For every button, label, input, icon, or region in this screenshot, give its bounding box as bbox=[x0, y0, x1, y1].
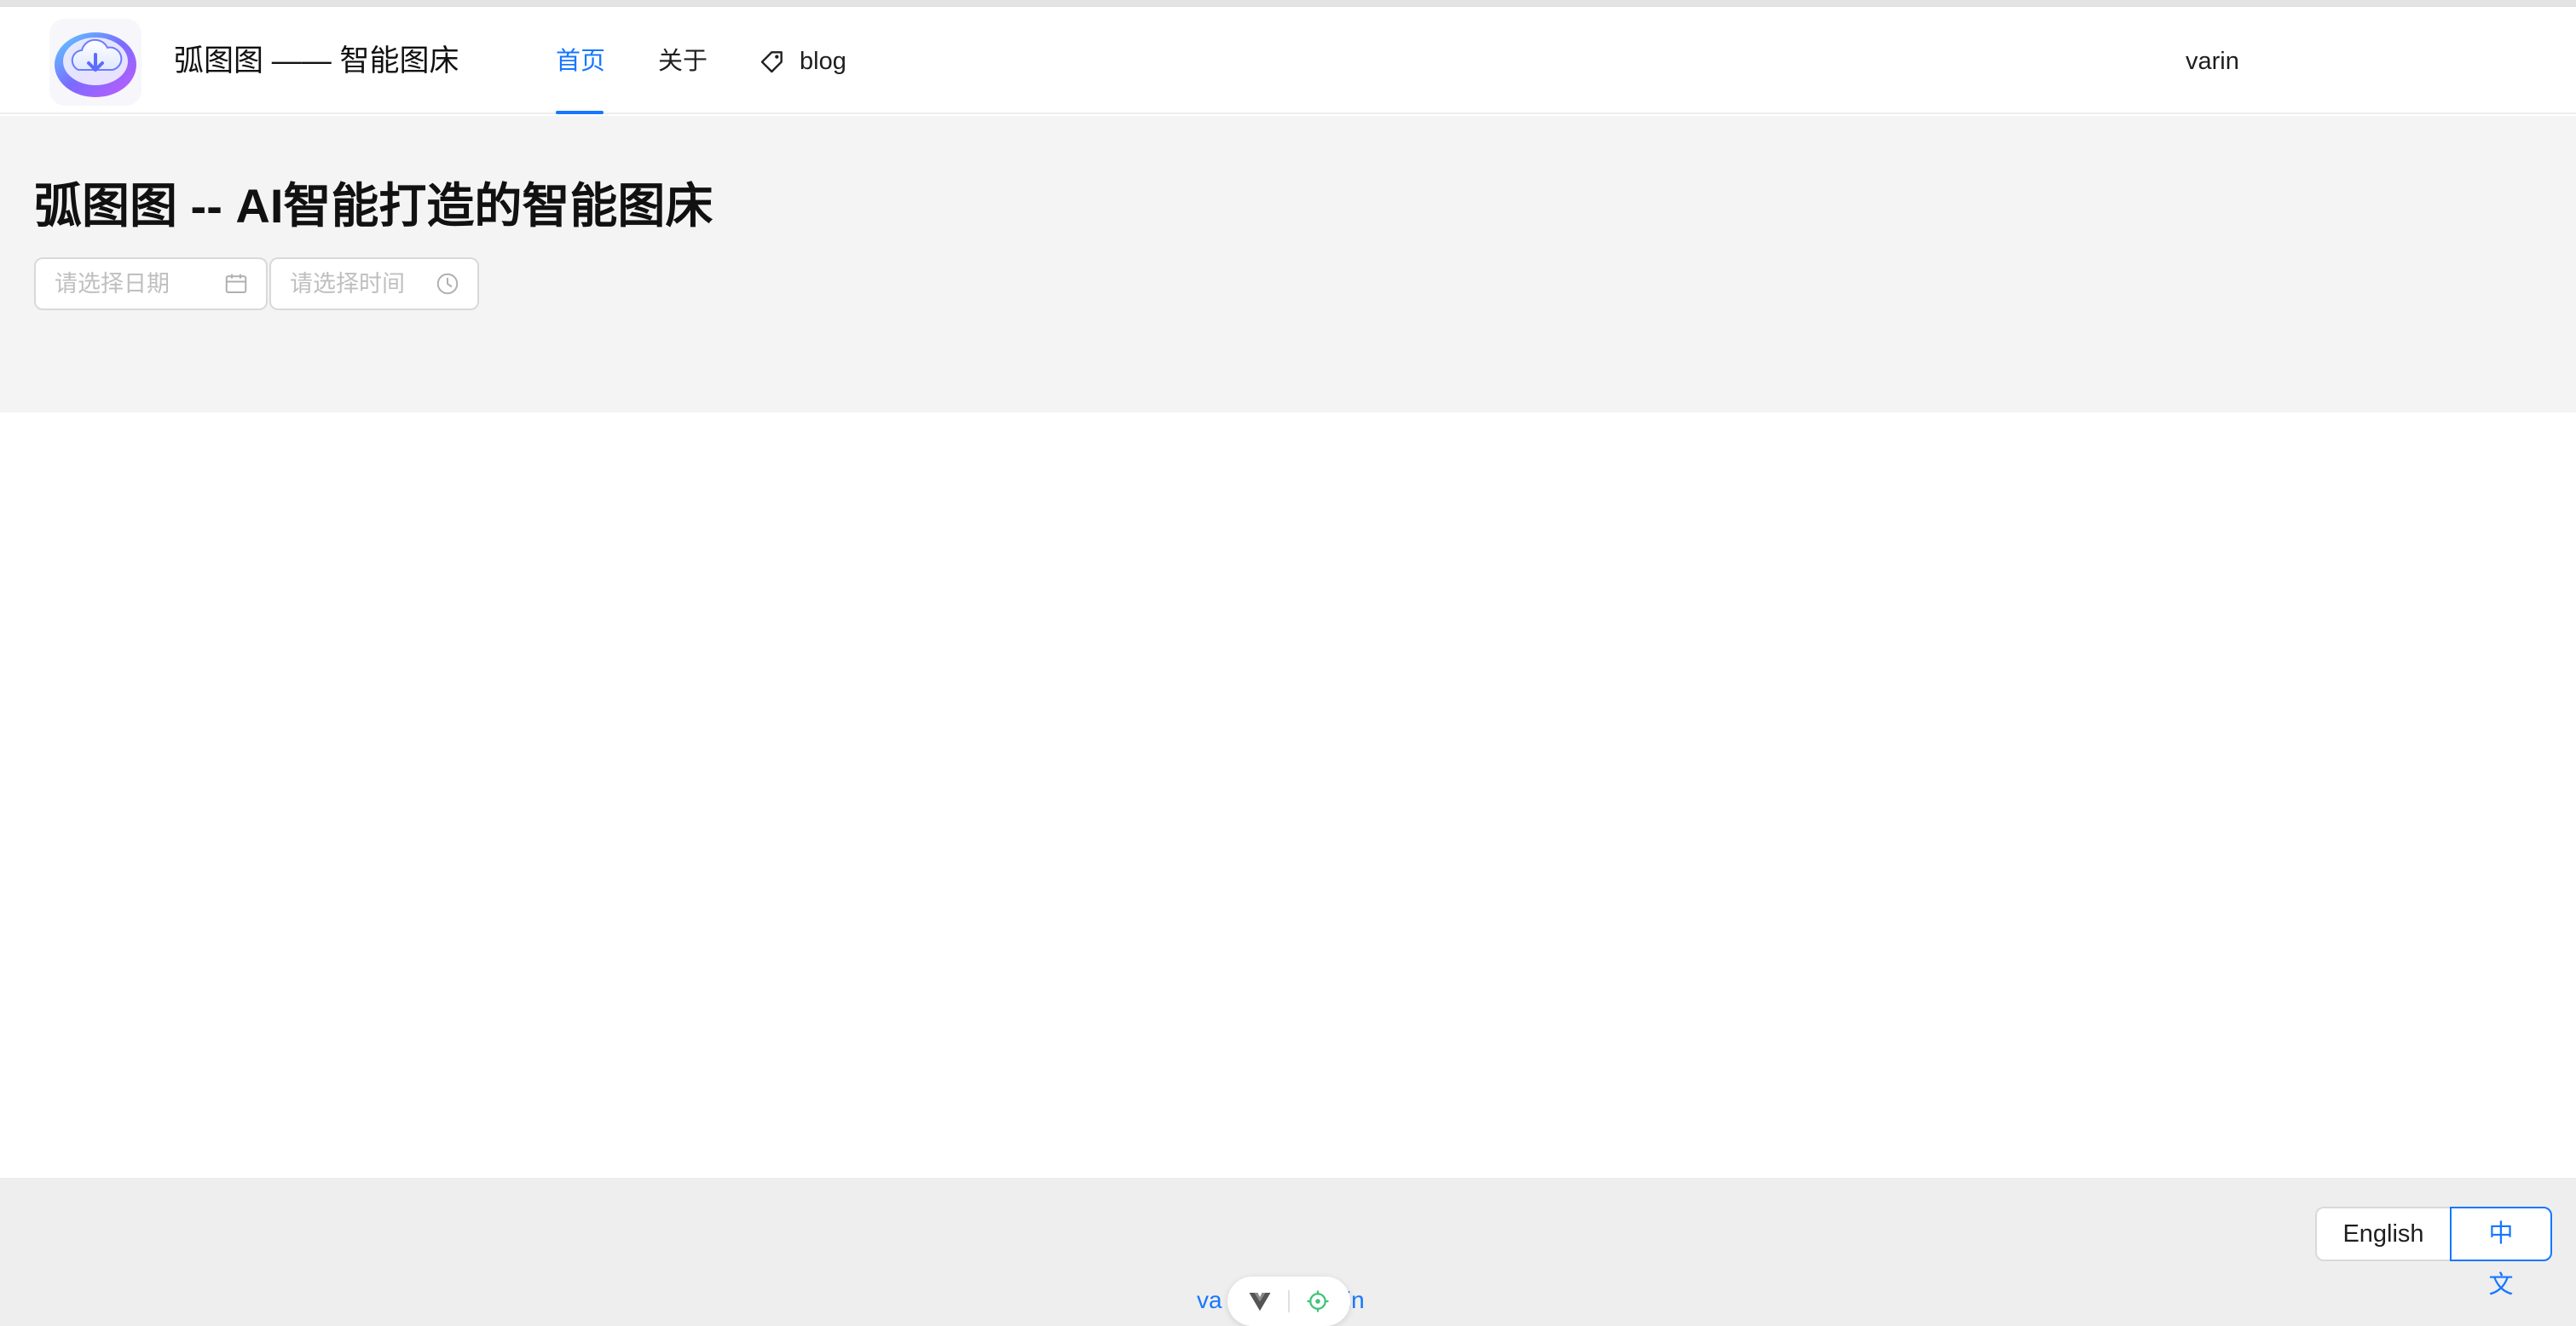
inspector-target-icon[interactable] bbox=[1305, 1289, 1331, 1314]
devtools-toggle[interactable] bbox=[1227, 1277, 1350, 1326]
clock-icon bbox=[436, 273, 459, 295]
nav-home[interactable]: 首页 bbox=[556, 37, 605, 85]
nav-blog[interactable]: blog bbox=[759, 37, 846, 85]
devtools-separator bbox=[1288, 1290, 1290, 1312]
tag-icon bbox=[760, 51, 783, 73]
date-picker[interactable] bbox=[34, 257, 268, 310]
page-title: 弧图图 -- AI智能打造的智能图床 bbox=[34, 179, 713, 233]
language-switcher: English 中文 bbox=[2315, 1207, 2552, 1299]
time-picker[interactable] bbox=[269, 257, 479, 310]
window-top-border bbox=[0, 0, 2576, 7]
top-navbar: 弧图图 —— 智能图床 首页 关于 blog varin bbox=[0, 7, 2576, 114]
nav-blog-label: blog bbox=[800, 48, 846, 75]
page-footer: English 中文 va rin bbox=[0, 1178, 2576, 1326]
hero-section: 弧图图 -- AI智能打造的智能图床 bbox=[0, 116, 2576, 412]
date-input[interactable] bbox=[36, 270, 223, 297]
language-chinese-button[interactable]: 中文 bbox=[2450, 1207, 2552, 1299]
site-brand-title: 弧图图 —— 智能图床 bbox=[174, 44, 459, 78]
user-menu[interactable]: varin bbox=[2186, 37, 2239, 85]
nav-about[interactable]: 关于 bbox=[658, 37, 708, 85]
calendar-icon bbox=[225, 274, 247, 293]
vue-devtools-icon[interactable] bbox=[1247, 1289, 1273, 1314]
language-english-button[interactable]: English bbox=[2315, 1207, 2450, 1261]
time-input[interactable] bbox=[271, 270, 435, 297]
footer-author-link-start: va bbox=[1197, 1287, 1222, 1313]
nav-home-active-indicator bbox=[556, 111, 604, 114]
cloud-upload-logo-icon[interactable] bbox=[49, 19, 142, 106]
